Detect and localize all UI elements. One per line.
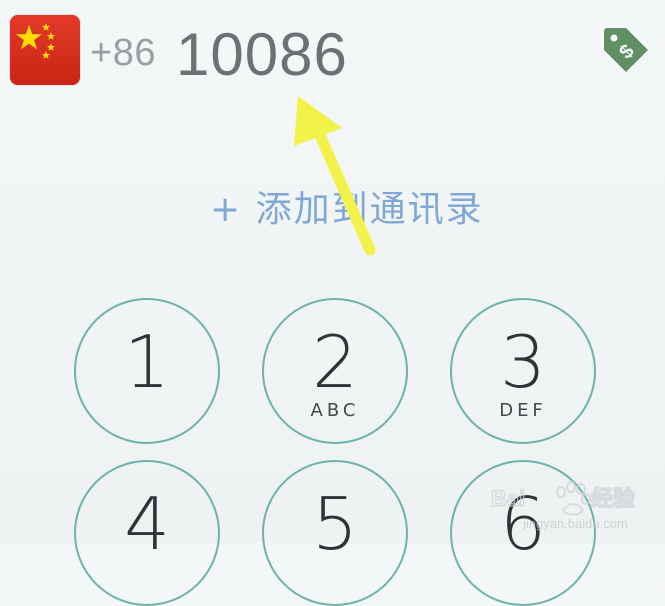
key-5[interactable]: 5 <box>262 460 408 606</box>
key-3[interactable]: 3 DEF <box>450 298 596 444</box>
dialed-number[interactable]: 10086 <box>176 20 348 89</box>
key-2[interactable]: 2 ABC <box>262 298 408 444</box>
key-digit: 1 <box>124 320 170 404</box>
key-4[interactable]: 4 <box>74 460 220 606</box>
key-6[interactable]: 6 <box>450 460 596 606</box>
key-letters: ABC <box>310 400 360 421</box>
key-digit: 3 <box>500 320 546 404</box>
key-1[interactable]: 1 <box>74 298 220 444</box>
key-digit: 6 <box>500 482 546 566</box>
country-code: +86 <box>90 32 156 74</box>
key-digit: 2 <box>312 320 358 404</box>
key-letters: DEF <box>499 400 547 421</box>
price-tag-icon: $ <box>604 28 648 72</box>
key-digit: 4 <box>124 482 170 566</box>
svg-text:经验: 经验 <box>591 486 635 512</box>
add-to-contacts-link[interactable]: + 添加到通讯录 <box>210 180 484 232</box>
china-flag-icon <box>10 15 80 85</box>
key-digit: 5 <box>312 482 358 566</box>
country-flag[interactable] <box>10 15 80 85</box>
price-tag-button[interactable]: $ <box>600 24 652 76</box>
